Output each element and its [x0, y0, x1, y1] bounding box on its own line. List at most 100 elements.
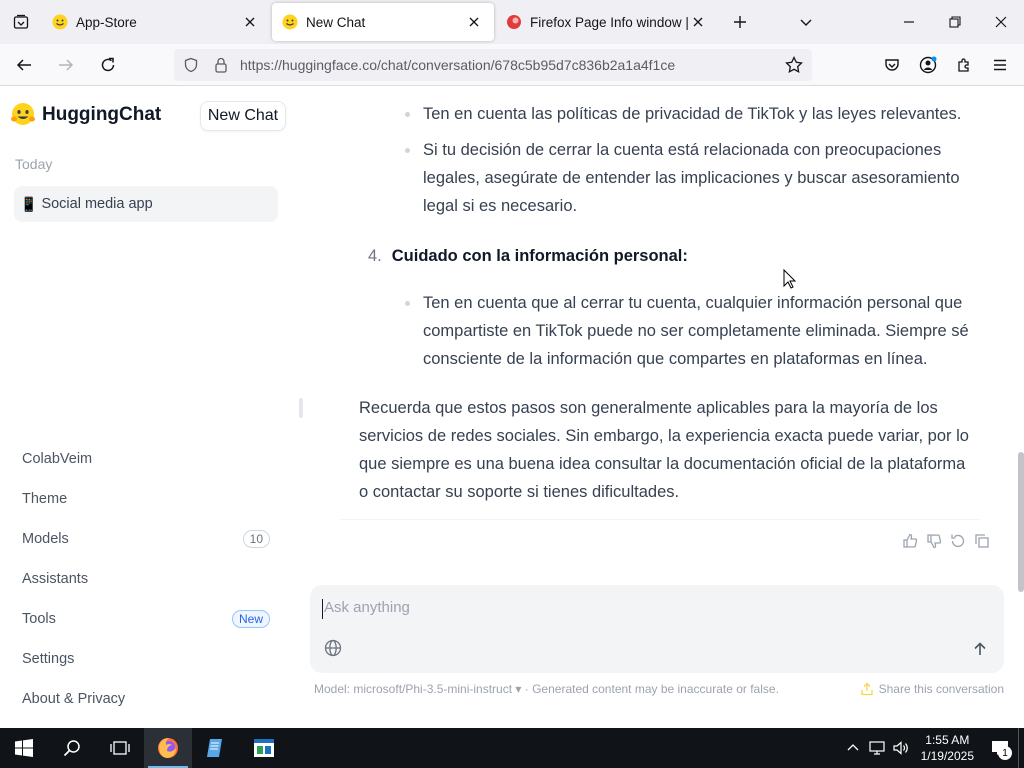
message-input-placeholder[interactable]: Ask anything: [324, 599, 410, 616]
clock-time: 1:55 AM: [925, 733, 970, 747]
message-composer[interactable]: Ask anything: [310, 585, 1004, 673]
brand[interactable]: HuggingChat: [10, 102, 161, 128]
toolbar-right: [874, 49, 1018, 81]
start-button[interactable]: [0, 728, 48, 768]
sidebar-item-models[interactable]: Models 10: [14, 523, 278, 555]
red-circle-favicon-icon: [506, 14, 522, 30]
browser-tab-strip: App-Store New Chat Firefox Page Info win…: [0, 0, 1024, 44]
sidebar-resize-handle[interactable]: [299, 398, 303, 418]
close-icon[interactable]: [240, 12, 260, 32]
hugging-face-emoji-icon: [282, 14, 298, 30]
list-all-tabs-button[interactable]: [786, 3, 826, 41]
model-selector[interactable]: Model: microsoft/Phi-3.5-mini-instruct ▾: [314, 682, 521, 696]
firefox-icon: [158, 738, 178, 758]
reload-icon: [101, 57, 115, 71]
section-today-label: Today: [15, 156, 53, 172]
volume-button[interactable]: [889, 728, 913, 768]
conversation-item[interactable]: 📱 Social media app: [14, 186, 278, 222]
mouse-pointer-icon: [783, 269, 797, 289]
url-text: https://huggingface.co/chat/conversation…: [240, 57, 675, 73]
tab-label: App-Store: [76, 14, 137, 30]
closing-paragraph: Recuerda que estos pasos son generalment…: [359, 399, 969, 501]
chat-main: Ten en cuenta las políticas de privacida…: [290, 86, 1024, 728]
sidebar-item-colabveim[interactable]: ColabVeim: [14, 443, 278, 475]
new-chat-button[interactable]: New Chat: [200, 101, 286, 131]
taskbar-app-notepad[interactable]: [192, 728, 240, 768]
maximize-button[interactable]: [932, 0, 978, 44]
list-item: Si tu decisión de cerrar la cuenta está …: [405, 136, 983, 220]
thumbs-up-button[interactable]: [898, 529, 922, 553]
tab-label: New Chat: [306, 14, 366, 30]
clock[interactable]: 1:55 AM 1/19/2025: [921, 732, 974, 764]
hamburger-menu-icon: [994, 59, 1006, 71]
sidebar-item-label: Assistants: [22, 571, 89, 587]
windows-logo-icon: [15, 739, 33, 757]
thumbs-down-button[interactable]: [922, 529, 946, 553]
show-hidden-icons-button[interactable]: [841, 728, 865, 768]
chevron-up-icon: [847, 744, 859, 751]
share-conversation-button[interactable]: Share this conversation: [860, 682, 1004, 696]
tab-app-store[interactable]: App-Store: [42, 3, 270, 41]
sidebar-item-settings[interactable]: Settings: [14, 643, 278, 675]
copy-icon: [975, 534, 989, 548]
account-button[interactable]: [910, 49, 946, 81]
notepad-icon: [207, 739, 222, 757]
bookmark-star-button[interactable]: [782, 53, 806, 77]
pocket-icon: [885, 59, 899, 71]
thumbs-down-icon: [927, 534, 942, 549]
tracking-protection-shield-icon[interactable]: [178, 49, 204, 81]
globe-icon: [324, 639, 342, 657]
sidebar-item-label: ColabVeim: [22, 451, 93, 467]
network-button[interactable]: [865, 728, 889, 768]
show-desktop-button[interactable]: [1018, 728, 1024, 768]
models-count-badge: 10: [242, 530, 270, 548]
new-tab-button[interactable]: [718, 3, 762, 41]
close-icon[interactable]: [688, 12, 708, 32]
app-window-icon: [254, 739, 274, 757]
task-view-button[interactable]: [96, 728, 144, 768]
list-heading-text: Cuidado con la información personal:: [391, 247, 688, 265]
lock-icon[interactable]: [208, 49, 234, 81]
message-actions: [898, 529, 994, 553]
send-button[interactable]: [966, 635, 994, 663]
search-button[interactable]: [48, 728, 96, 768]
taskbar-app-window[interactable]: [240, 728, 288, 768]
arrow-left-icon: [16, 58, 31, 71]
plus-icon: [734, 16, 746, 28]
hugging-face-emoji-icon: [52, 14, 68, 30]
back-button[interactable]: [6, 49, 42, 81]
system-tray: 1:55 AM 1/19/2025 1: [841, 728, 1024, 768]
forward-button[interactable]: [48, 49, 84, 81]
assistant-message: Ten en cuenta las políticas de privacida…: [340, 86, 980, 520]
close-icon[interactable]: [464, 12, 484, 32]
sidebar-item-label: About & Privacy: [22, 691, 126, 707]
tab-new-chat[interactable]: New Chat: [272, 3, 494, 41]
taskbar-firefox[interactable]: [144, 728, 192, 768]
url-bar[interactable]: https://huggingface.co/chat/conversation…: [174, 49, 812, 81]
extensions-button[interactable]: [946, 49, 982, 81]
composer-footer: Model: microsoft/Phi-3.5-mini-instruct ▾…: [314, 682, 1004, 696]
action-center-button[interactable]: 1: [982, 728, 1018, 768]
disclaimer-text: · Generated content may be inaccurate or…: [524, 682, 779, 696]
tab-firefox-page-info[interactable]: Firefox Page Info window | Firef: [496, 3, 718, 41]
sidebar-item-tools[interactable]: Tools New: [14, 603, 278, 635]
sidebar-item-assistants[interactable]: Assistants: [14, 563, 278, 595]
close-window-button[interactable]: [978, 0, 1024, 44]
retry-button[interactable]: [946, 529, 970, 553]
network-icon: [869, 741, 885, 755]
brand-name: HuggingChat: [42, 104, 162, 125]
sidebar-item-about-privacy[interactable]: About & Privacy: [14, 683, 278, 715]
minimize-button[interactable]: [886, 0, 932, 44]
reload-button[interactable]: [90, 49, 126, 81]
retry-icon: [951, 534, 965, 548]
copy-button[interactable]: [970, 529, 994, 553]
mobile-phone-icon: 📱: [20, 195, 38, 212]
sidebar-item-label: Models: [22, 531, 69, 547]
app-menu-button[interactable]: [982, 49, 1018, 81]
scrollbar[interactable]: [1018, 452, 1024, 592]
pocket-button[interactable]: [874, 49, 910, 81]
tab-list-button[interactable]: [0, 0, 42, 44]
web-search-toggle[interactable]: [322, 637, 344, 659]
account-icon: [919, 56, 937, 74]
sidebar-item-theme[interactable]: Theme: [14, 483, 278, 515]
